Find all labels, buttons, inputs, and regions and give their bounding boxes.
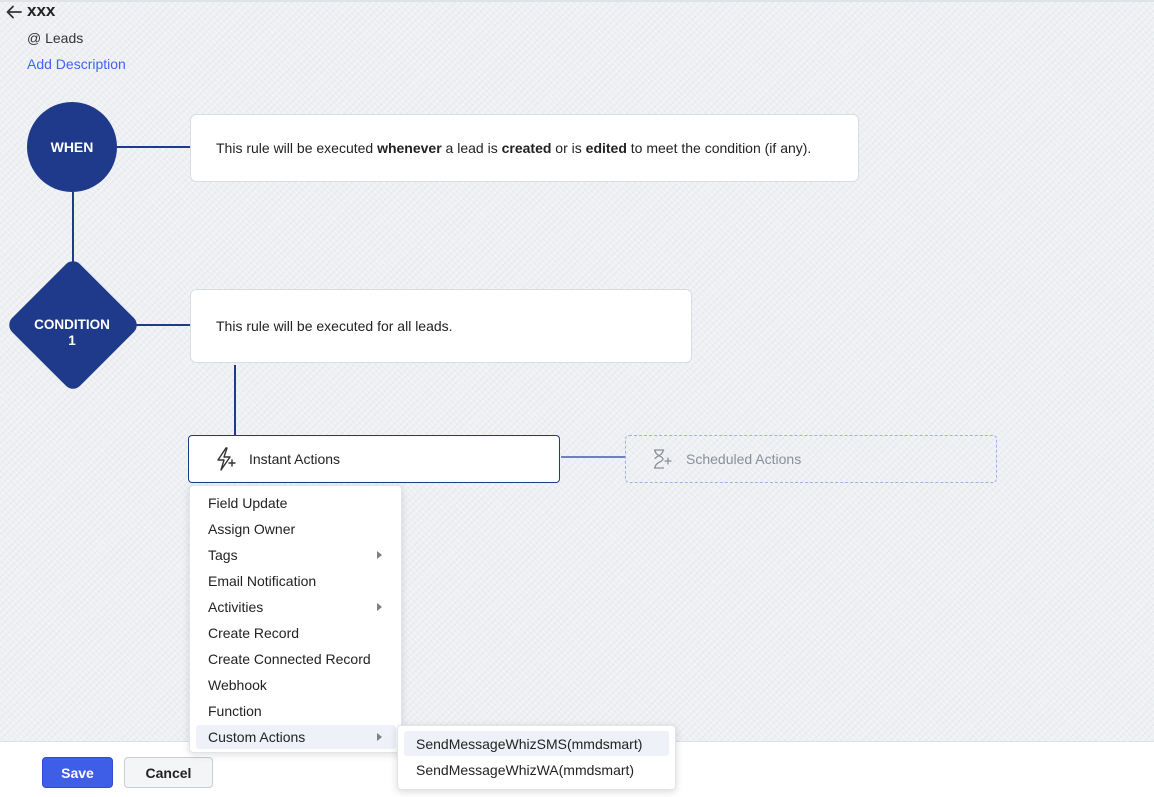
- condition-description-card[interactable]: This rule will be executed for all leads…: [190, 289, 692, 363]
- menu-item-create-connected-record[interactable]: Create Connected Record: [196, 647, 396, 671]
- instant-actions-menu: Field Update Assign Owner Tags Email Not…: [189, 485, 402, 753]
- cancel-button[interactable]: Cancel: [124, 757, 213, 788]
- connector-line: [561, 456, 625, 458]
- menu-item-create-record[interactable]: Create Record: [196, 621, 396, 645]
- menu-item-assign-owner[interactable]: Assign Owner: [196, 517, 396, 541]
- add-description-link[interactable]: Add Description: [27, 56, 126, 72]
- connector-line: [117, 146, 190, 148]
- menu-item-activities[interactable]: Activities: [196, 595, 396, 619]
- submenu-arrow-icon: [377, 551, 382, 559]
- hourglass-plus-icon: [650, 447, 674, 471]
- module-label: @ Leads: [27, 30, 84, 46]
- lightning-plus-icon: [213, 446, 239, 472]
- connector-line: [234, 365, 236, 435]
- submenu-arrow-icon: [377, 603, 382, 611]
- custom-actions-submenu: SendMessageWhizSMS(mmdsmart) SendMessage…: [397, 725, 676, 790]
- scheduled-actions-button[interactable]: Scheduled Actions: [625, 435, 997, 483]
- menu-item-function[interactable]: Function: [196, 699, 396, 723]
- submenu-item-whiz-wa[interactable]: SendMessageWhizWA(mmdsmart): [404, 757, 669, 782]
- when-node: WHEN: [27, 102, 117, 192]
- scheduled-actions-label: Scheduled Actions: [686, 451, 802, 467]
- menu-item-field-update[interactable]: Field Update: [196, 491, 396, 515]
- instant-actions-label: Instant Actions: [249, 451, 341, 467]
- when-label: WHEN: [50, 139, 94, 155]
- save-button[interactable]: Save: [42, 757, 113, 788]
- menu-item-tags[interactable]: Tags: [196, 543, 396, 567]
- when-description-card[interactable]: This rule will be executed whenever a le…: [190, 114, 859, 182]
- menu-item-webhook[interactable]: Webhook: [196, 673, 396, 697]
- connector-line: [128, 324, 190, 326]
- menu-item-email-notification[interactable]: Email Notification: [196, 569, 396, 593]
- submenu-arrow-icon: [377, 733, 382, 741]
- condition-description: This rule will be executed for all leads…: [216, 318, 453, 334]
- instant-actions-button[interactable]: Instant Actions: [188, 435, 560, 483]
- menu-item-custom-actions[interactable]: Custom Actions: [196, 725, 396, 749]
- top-divider: [0, 0, 1154, 2]
- rule-title: xxx: [27, 1, 56, 20]
- back-arrow-icon[interactable]: [4, 2, 24, 22]
- submenu-item-whiz-sms[interactable]: SendMessageWhizSMS(mmdsmart): [404, 731, 669, 756]
- condition-label: CONDITION 1: [34, 317, 110, 348]
- when-description: This rule will be executed whenever a le…: [216, 140, 812, 156]
